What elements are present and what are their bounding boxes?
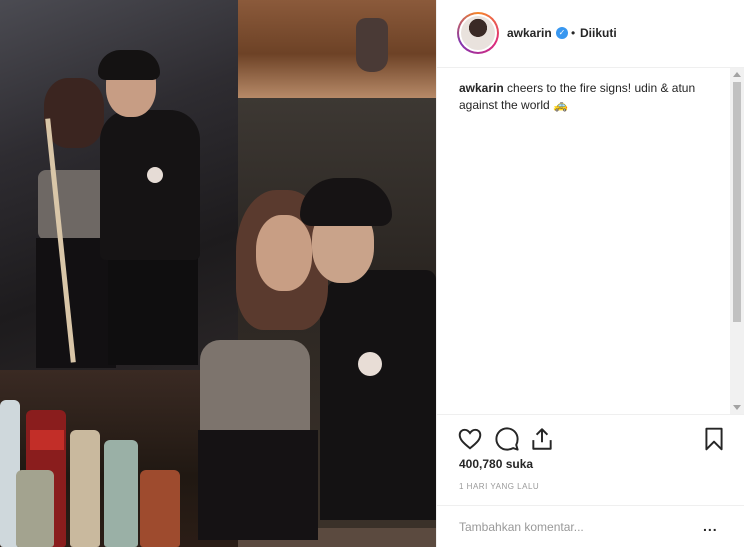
photo-figure (256, 215, 312, 291)
photo-figure (44, 78, 104, 148)
avatar-image (459, 14, 497, 52)
scroll-up-arrow-icon[interactable] (733, 72, 741, 77)
photo-figure (147, 167, 163, 183)
comments-scrollbar[interactable] (730, 68, 744, 414)
photo-figure (358, 352, 382, 376)
photo-figure (100, 110, 200, 260)
photo-figure (98, 50, 160, 80)
photo-figure (104, 440, 138, 547)
photo-figure (38, 170, 108, 240)
verified-badge-icon: ✓ (556, 27, 568, 39)
photo-figure (200, 340, 310, 440)
post-caption: awkarin cheers to the fire signs! udin &… (459, 80, 719, 114)
photo-figure (300, 178, 392, 226)
photo-figure (320, 270, 436, 520)
photo-figure (198, 430, 318, 540)
photo-figure (108, 250, 198, 365)
heart-icon[interactable] (457, 426, 483, 452)
scrollbar-thumb[interactable] (733, 82, 741, 322)
photo-collage-panel (238, 0, 436, 98)
photo-figure (140, 470, 180, 547)
follow-status-button[interactable]: Diikuti (580, 26, 617, 40)
post-header: awkarin ✓ • Diikuti (437, 0, 744, 68)
photo-figure (70, 430, 100, 547)
photo-figure (30, 430, 64, 450)
separator-dot: • (571, 26, 576, 40)
username-link[interactable]: awkarin (507, 26, 552, 40)
bookmark-icon[interactable] (701, 426, 727, 452)
comment-bar: ... (437, 505, 744, 547)
post-timestamp[interactable]: 1 HARI YANG LALU (459, 482, 539, 491)
comment-icon[interactable] (494, 426, 520, 452)
photo-figure (356, 18, 388, 72)
photo-figure (16, 470, 54, 547)
post-actions: 400,780 suka 1 HARI YANG LALU ... (437, 414, 744, 547)
likes-count[interactable]: 400,780 suka (459, 457, 533, 471)
comment-input[interactable] (459, 520, 679, 534)
post-sidebar: awkarin ✓ • Diikuti awkarin cheers to th… (436, 0, 744, 547)
caption-username-link[interactable]: awkarin (459, 81, 504, 95)
scroll-down-arrow-icon[interactable] (733, 405, 741, 410)
post-photo[interactable] (0, 0, 436, 547)
more-options-icon[interactable]: ... (703, 518, 718, 534)
avatar[interactable] (457, 12, 499, 54)
share-icon[interactable] (529, 426, 555, 452)
